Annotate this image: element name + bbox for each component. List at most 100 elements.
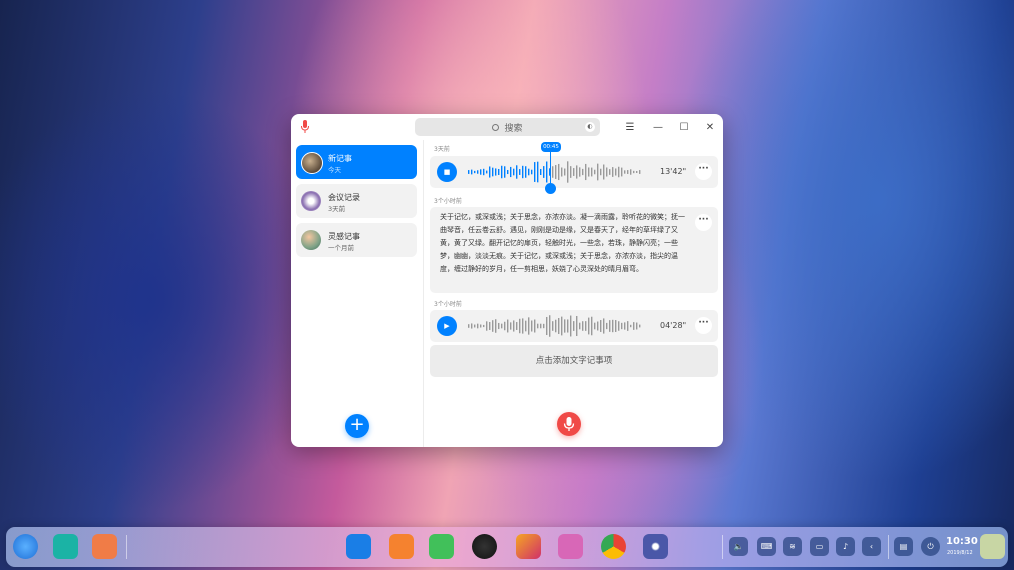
waveform-bar — [495, 168, 497, 176]
waveform-bar — [603, 318, 605, 334]
chevron-left-icon[interactable]: ‹ — [862, 537, 881, 556]
waveform-bar — [624, 322, 626, 330]
trash-icon[interactable] — [980, 534, 1005, 559]
waveform-bar — [555, 165, 557, 179]
play-button[interactable]: ▶ — [437, 316, 457, 336]
waveform-bar — [525, 320, 527, 332]
waveform-bar — [477, 323, 479, 329]
waveform-bar — [591, 167, 593, 177]
add-text-note-button[interactable]: 点击添加文字记事项 — [430, 345, 718, 377]
waveform-bar — [483, 168, 485, 176]
more-options-button[interactable]: ··· — [695, 163, 712, 180]
waveform-bar — [534, 162, 536, 182]
waveform-bar — [555, 319, 557, 333]
waveform-bar — [633, 322, 635, 330]
text-entry[interactable]: 关于记忆，或深或浅；关于思念，亦浓亦淡。凝一滴雨露，聆听花的微笑；抚一曲琴音，任… — [430, 207, 718, 293]
titlebar: 搜索 ◐ ☰ — ☐ ✕ — [291, 114, 723, 140]
waveform-bar — [585, 321, 587, 331]
waveform-bar — [570, 315, 572, 337]
keyboard-icon[interactable]: ⌨ — [757, 537, 776, 556]
waveform-bar — [570, 166, 572, 178]
waveform-bar — [597, 163, 599, 181]
waveform-bar — [636, 322, 638, 330]
waveform-bar — [531, 169, 533, 175]
waveform-bar — [573, 321, 575, 331]
waveform-bar — [516, 165, 518, 179]
notebook-item-new[interactable]: 新记事 今天 — [296, 145, 417, 179]
waveform-bar — [567, 161, 569, 183]
taskbar-dock: 🔈 ⌨ ≋ ▭ ♪ ‹ ▤ ⏻ 10:30 2019/8/12 — [6, 527, 1008, 567]
audio-duration: 13'42" — [660, 167, 687, 176]
menu-button[interactable]: ☰ — [622, 119, 638, 135]
search-input[interactable]: 搜索 ◐ — [415, 118, 600, 136]
volume-icon[interactable]: 🔈 — [729, 537, 748, 556]
notebook-item-meeting[interactable]: 会议记录 3天前 — [296, 184, 417, 218]
waveform-bar — [489, 166, 491, 178]
camera-icon[interactable] — [558, 534, 583, 559]
audio-entry[interactable]: ■ 13'42" ··· — [430, 156, 718, 188]
waveform-bar — [468, 324, 470, 328]
waveform-bar — [558, 163, 560, 181]
record-button[interactable] — [557, 412, 581, 436]
power-icon[interactable]: ⏻ — [921, 537, 940, 556]
audio-entry[interactable]: ▶ 04'28" ··· — [430, 310, 718, 342]
waveform-bar — [609, 169, 611, 175]
waveform-bar — [546, 161, 548, 183]
notification-bell-icon[interactable]: ♪ — [836, 537, 855, 556]
screen-keyboard-icon[interactable]: ▤ — [894, 537, 913, 556]
voice-search-icon[interactable]: ◐ — [585, 122, 595, 132]
notebook-item-inspiration[interactable]: 灵感记事 一个月前 — [296, 223, 417, 257]
stop-button[interactable]: ■ — [437, 162, 457, 182]
more-options-button[interactable]: ··· — [695, 317, 712, 334]
waveform-bar — [636, 171, 638, 173]
wifi-icon[interactable]: ≋ — [783, 537, 802, 556]
playhead-handle[interactable] — [545, 183, 556, 194]
waveform-bar — [579, 322, 581, 330]
waveform-bar — [504, 321, 506, 331]
add-notebook-button[interactable]: + — [345, 414, 369, 438]
waveform-bar — [531, 320, 533, 332]
waveform-bar — [561, 316, 563, 336]
music-icon[interactable] — [429, 534, 454, 559]
app-store-icon[interactable] — [346, 534, 371, 559]
waveform-bar — [600, 168, 602, 176]
battery-icon[interactable]: ▭ — [810, 537, 829, 556]
waveform-bar — [621, 167, 623, 177]
chrome-browser-icon[interactable] — [601, 534, 626, 559]
waveform-bar — [612, 319, 614, 333]
workspace-icon[interactable] — [92, 534, 117, 559]
waveform-bar — [522, 165, 524, 179]
minimize-button[interactable]: — — [650, 119, 666, 135]
search-placeholder: 搜索 — [504, 123, 523, 134]
note-text[interactable]: 关于记忆，或深或浅；关于思念，亦浓亦淡。凝一滴雨露，聆听花的微笑；抚一曲琴音，任… — [440, 211, 688, 276]
waveform-bar — [501, 165, 503, 179]
waveform-bar — [576, 165, 578, 179]
movie-player-icon[interactable] — [472, 534, 497, 559]
waveform-bar — [582, 168, 584, 176]
clock-time[interactable]: 10:30 — [946, 536, 978, 547]
settings-gear-icon[interactable] — [643, 534, 668, 559]
gift-app-icon[interactable] — [389, 534, 414, 559]
close-button[interactable]: ✕ — [702, 119, 718, 135]
dock-separator — [888, 535, 889, 559]
waveform-bar — [507, 169, 509, 175]
multitask-view-icon[interactable] — [53, 534, 78, 559]
waveform-bar — [480, 169, 482, 175]
waveform-bar — [600, 320, 602, 332]
waveform-bar — [528, 317, 530, 335]
waveform-bar — [621, 322, 623, 330]
more-options-button[interactable]: ··· — [695, 214, 712, 231]
waveform-bar — [474, 324, 476, 328]
entry-time: 3个小时前 — [434, 198, 462, 205]
maximize-button[interactable]: ☐ — [676, 119, 692, 135]
waveform-bar — [582, 321, 584, 331]
launcher-icon[interactable] — [13, 534, 38, 559]
waveform-bar — [543, 323, 545, 329]
waveform-bar — [474, 170, 476, 174]
dock-separator — [722, 535, 723, 559]
image-viewer-icon[interactable] — [516, 534, 541, 559]
waveform-bar — [537, 161, 539, 183]
waveform-bar — [516, 322, 518, 330]
waveform-bar — [627, 321, 629, 331]
waveform-bar — [627, 170, 629, 174]
